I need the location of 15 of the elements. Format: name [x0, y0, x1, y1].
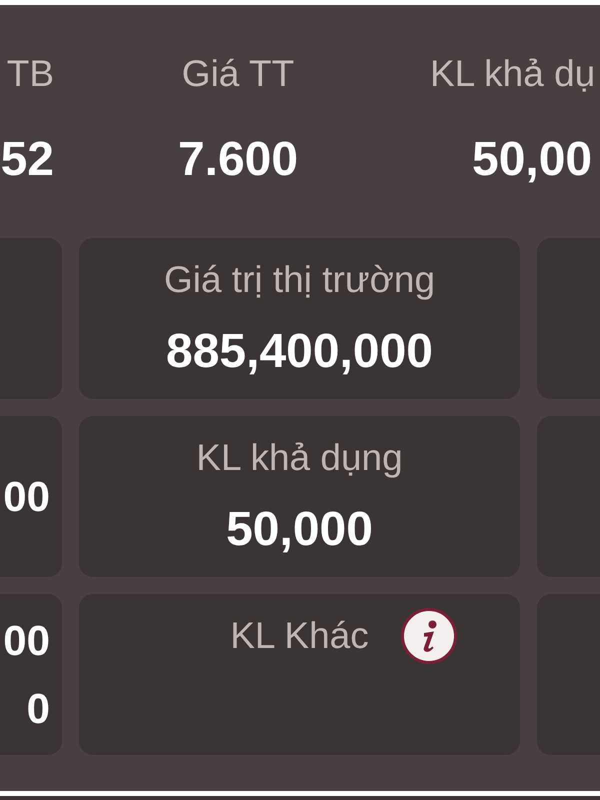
summary-value: 7.600 — [178, 132, 298, 188]
summary-label: KL khả dụ — [430, 52, 596, 96]
card-value: 00 — [3, 472, 50, 522]
card-label: KL khả dụng — [196, 436, 403, 480]
summary-value: 52 — [0, 132, 54, 188]
card-value: 885,400,000 — [166, 324, 433, 380]
card-label: KL Khác — [230, 614, 369, 658]
info-icon[interactable] — [400, 608, 457, 664]
summary-label: TB — [6, 52, 54, 96]
card-value: 0 — [26, 684, 50, 734]
card-value: 00 — [3, 616, 50, 666]
card-label: Giá trị thị trường — [164, 258, 436, 302]
summary-label: Giá TT — [182, 52, 294, 96]
summary-value: 50,00 — [472, 132, 592, 188]
card-value: 50,000 — [226, 502, 373, 558]
